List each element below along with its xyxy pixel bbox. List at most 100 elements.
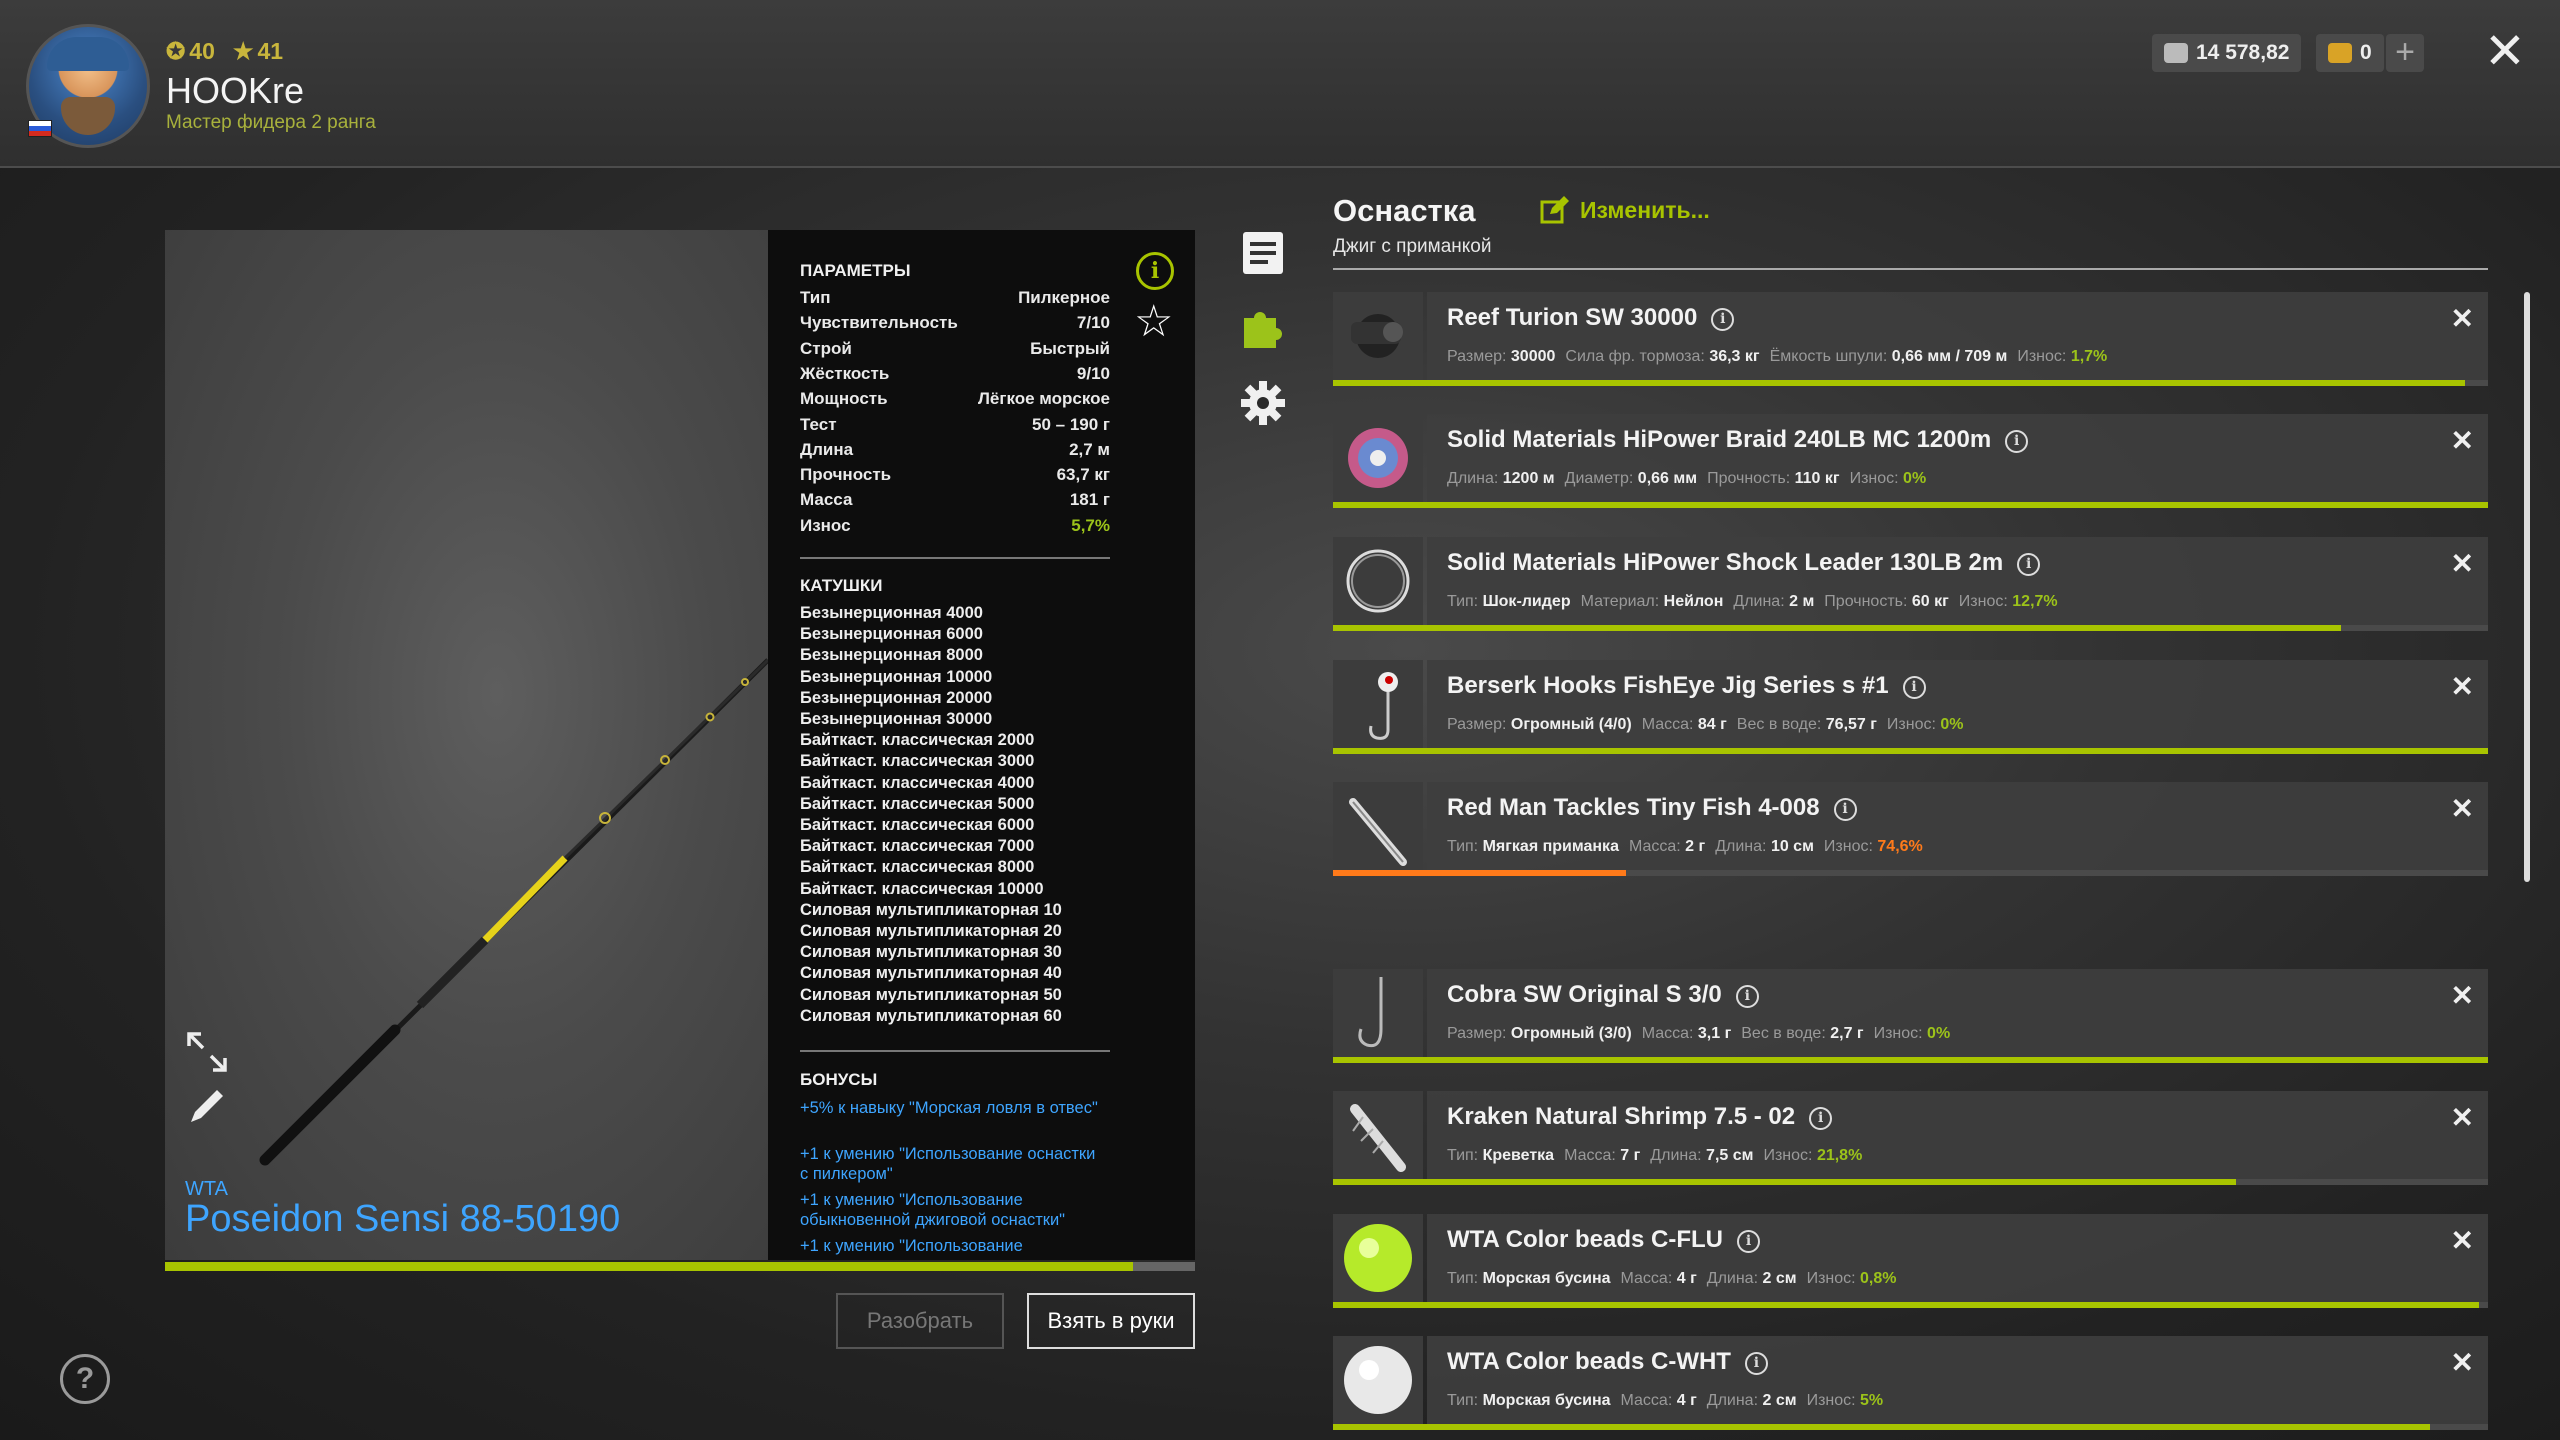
condition-bar [1333, 1302, 2488, 1308]
spec-label: Размер: [1447, 1025, 1507, 1042]
tackle-scrollbar[interactable] [2524, 292, 2530, 882]
spec-label: Износ: [1873, 1025, 1923, 1042]
tackle-item-body: Cobra SW Original S 3/0 i Размер: Огромный… [1427, 969, 2488, 1057]
tackle-item-name-row: Solid Materials HiPower Shock Leader 130… [1447, 549, 2041, 577]
info-icon[interactable]: i [1809, 1107, 1833, 1130]
settings-gear-icon[interactable] [1240, 380, 1286, 426]
info-icon[interactable]: i [2005, 430, 2029, 453]
spec-value: 4 г [1676, 1392, 1697, 1409]
remove-item-close-icon[interactable]: ✕ [2451, 979, 2474, 1012]
info-icon[interactable]: i [1711, 308, 1735, 331]
tackle-item[interactable]: Cobra SW Original S 3/0 i Размер: Огромный… [1333, 969, 2488, 1067]
remove-item-close-icon[interactable]: ✕ [2451, 1224, 2474, 1257]
avatar-hat [47, 37, 129, 71]
wear-value: 5% [1860, 1392, 1884, 1409]
tackle-item[interactable]: Berserk Hooks FishEye Jig Series s #1 i Ра… [1333, 660, 2488, 758]
tackle-item-specs: Размер: Огромный (4/0) Масса: 84 г Вес в в… [1447, 716, 1974, 734]
take-in-hands-button[interactable]: Взять в руки [1027, 1293, 1195, 1349]
disassemble-button[interactable]: Разобрать [836, 1293, 1004, 1349]
remove-item-close-icon[interactable]: ✕ [2451, 670, 2474, 703]
tackle-item-thumbnail [1333, 414, 1423, 502]
remove-item-close-icon[interactable]: ✕ [2451, 792, 2474, 825]
remove-item-close-icon[interactable]: ✕ [2451, 547, 2474, 580]
rod-preview[interactable] [165, 230, 768, 1260]
star-icon: ★ [232, 38, 254, 64]
compatible-reel-item: Байткаст. классическая 7000 [800, 837, 1035, 856]
info-icon[interactable]: i [2017, 553, 2041, 576]
tackle-item[interactable]: Solid Materials HiPower Shock Leader 130… [1333, 537, 2488, 635]
bonuses-title: БОНУСЫ [800, 1070, 878, 1089]
tackle-item-body: Solid Materials HiPower Shock Leader 130… [1427, 537, 2488, 625]
spec-value: 110 кг [1794, 470, 1840, 487]
tackle-item[interactable]: WTA Color beads C-WHT i Тип: Морская бусин… [1333, 1336, 2488, 1434]
info-icon[interactable]: i [1902, 676, 1926, 699]
tackle-item[interactable]: WTA Color beads C-FLU i Тип: Морская бусин… [1333, 1214, 2488, 1312]
condition-bar [1333, 1424, 2488, 1430]
tackle-item-thumbnail [1333, 1091, 1423, 1179]
info-icon[interactable]: i [1735, 985, 1759, 1008]
spec-value: 0,66 мм [1637, 470, 1698, 487]
spec-value: 2 см [1762, 1392, 1797, 1409]
spec-value: 36,3 кг [1709, 348, 1760, 365]
tackle-item-body: Red Man Tackles Tiny Fish 4-008 i Тип: Мяг… [1427, 782, 2488, 870]
tackle-item[interactable]: Solid Materials HiPower Braid 240LB MC 1… [1333, 414, 2488, 512]
stars-value: 41 [257, 38, 284, 64]
expand-icon[interactable] [185, 1030, 229, 1074]
remove-item-close-icon[interactable]: ✕ [2451, 1101, 2474, 1134]
spec-value: Огромный (4/0) [1510, 716, 1632, 733]
info-icon[interactable]: i [1736, 1230, 1760, 1253]
spec-label: Длина: [1733, 593, 1785, 610]
tackle-item-thumbnail [1333, 969, 1423, 1057]
help-icon[interactable]: ? [60, 1354, 110, 1404]
spec-value: Мягкая приманка [1482, 838, 1619, 855]
tackle-item-name-row: Berserk Hooks FishEye Jig Series s #1 i [1447, 672, 1926, 700]
close-icon[interactable]: ✕ [2484, 26, 2526, 76]
spec-value: 7 г [1620, 1147, 1641, 1164]
spec-label: Размер: [1447, 348, 1507, 365]
player-rank: Мастер фидера 2 ранга [166, 112, 376, 133]
compatible-reel-item: Байткаст. классическая 6000 [800, 816, 1035, 834]
condition-fill [1333, 625, 2342, 631]
spec-value: Креветка [1482, 1147, 1555, 1164]
tackle-item-name-row: Solid Materials HiPower Braid 240LB MC 1… [1447, 426, 2029, 454]
edit-tackle-label: Изменить... [1580, 196, 1710, 223]
buy-gold-plus-button[interactable]: + [2386, 34, 2424, 72]
rod-parameters-panel[interactable]: ПАРАМЕТРЫ i ☆ Тип Пилкерное Чувствительнос… [768, 230, 1195, 1260]
param-value: 2,7 м [1069, 439, 1110, 459]
remove-item-close-icon[interactable]: ✕ [2451, 424, 2474, 457]
spec-label: Тип: [1447, 1147, 1479, 1164]
info-icon[interactable]: i [1744, 1352, 1768, 1375]
tackle-item[interactable]: Red Man Tackles Tiny Fish 4-008 i Тип: Мяг… [1333, 782, 2488, 880]
tackle-item-body: Kraken Natural Shrimp 7.5 - 02 i Тип: Крев… [1427, 1091, 2488, 1179]
favorite-star-icon[interactable]: ☆ [1134, 300, 1173, 344]
edit-icon [1540, 196, 1569, 224]
tackle-item-name-row: Cobra SW Original S 3/0 i [1447, 981, 1759, 1009]
tackle-item[interactable]: Reef Turion SW 30000 i Размер: 30000 Сила ф… [1333, 292, 2488, 390]
param-key: Масса [800, 490, 853, 510]
compatible-reel-item: Силовая мультипликаторная 50 [800, 985, 1062, 1004]
info-icon[interactable]: i [1833, 798, 1857, 821]
remove-item-close-icon[interactable]: ✕ [2451, 302, 2474, 335]
bonus-item: +1 к умению "Использование [800, 1237, 1023, 1255]
spec-label: Вес в воде: [1736, 716, 1822, 733]
tackle-item-name: Cobra SW Original S 3/0 [1447, 981, 1722, 1008]
pencil-icon[interactable] [185, 1084, 229, 1128]
edit-tackle-button[interactable]: Изменить... [1540, 196, 1710, 224]
compatible-reel-item: Безынерционная 10000 [800, 667, 993, 686]
info-icon[interactable]: i [1136, 252, 1174, 290]
param-row: Тест 50 – 190 г [800, 415, 1110, 435]
condition-bar [1333, 748, 2488, 754]
tackle-item[interactable]: Kraken Natural Shrimp 7.5 - 02 i Тип: Крев… [1333, 1091, 2488, 1189]
player-nickname: HOOKre [166, 70, 305, 111]
tackle-puzzle-icon[interactable] [1240, 304, 1286, 350]
condition-bar [1333, 870, 2488, 876]
spec-label: Износ: [2017, 348, 2067, 365]
description-icon[interactable] [1240, 230, 1286, 276]
remove-item-close-icon[interactable]: ✕ [2451, 1346, 2474, 1379]
tackle-item-thumbnail [1333, 1336, 1423, 1424]
compatible-reel-item: Безынерционная 20000 [800, 688, 993, 707]
compatible-reel-item: Силовая мультипликаторная 10 [800, 900, 1062, 919]
wear-value: 0% [1903, 470, 1927, 487]
spec-label: Сила фр. тормоза: [1565, 348, 1705, 365]
condition-fill [1333, 502, 2488, 508]
